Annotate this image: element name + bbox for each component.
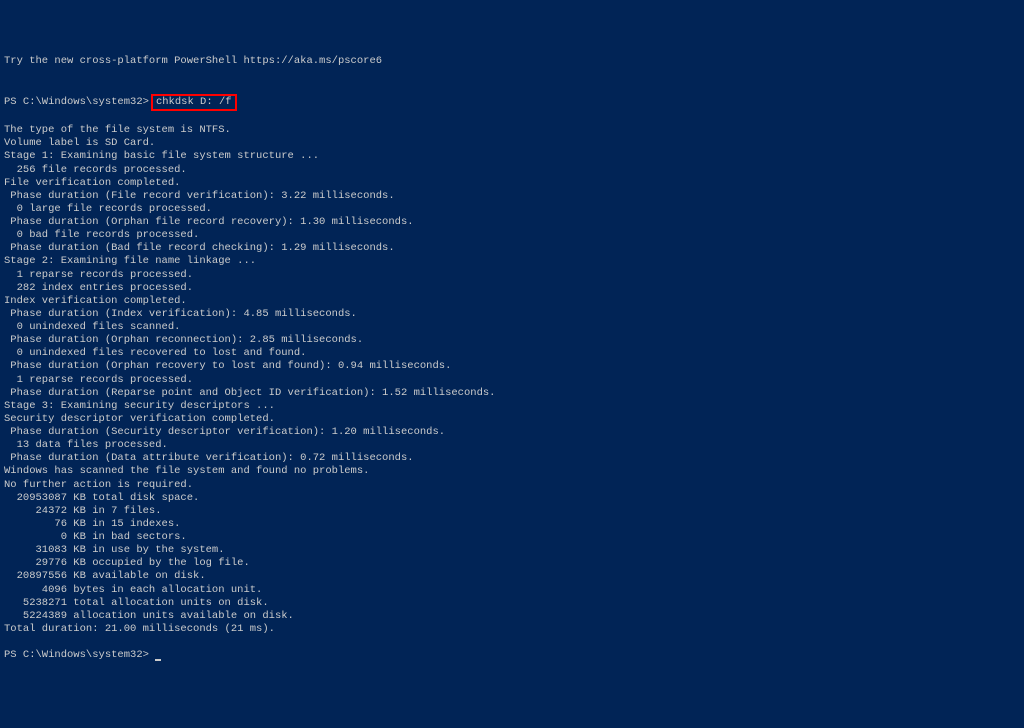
output-line: 5238271 total allocation units on disk. (4, 597, 1020, 610)
output-line: 31083 KB in use by the system. (4, 544, 1020, 557)
output-line: Volume label is SD Card. (4, 137, 1020, 150)
output-line: 1 reparse records processed. (4, 269, 1020, 282)
output-line: 5224389 allocation units available on di… (4, 610, 1020, 623)
output-line: Phase duration (Data attribute verificat… (4, 452, 1020, 465)
output-line: Phase duration (Orphan file record recov… (4, 216, 1020, 229)
prompt-text: PS C:\Windows\system32> (4, 649, 155, 661)
output-line: 282 index entries processed. (4, 282, 1020, 295)
output-line: 0 large file records processed. (4, 203, 1020, 216)
output-line: Phase duration (Reparse point and Object… (4, 387, 1020, 400)
output-line: 20953087 KB total disk space. (4, 492, 1020, 505)
prompt-line[interactable]: PS C:\Windows\system32> (4, 649, 1020, 662)
output-line: File verification completed. (4, 177, 1020, 190)
output-line: Phase duration (Orphan reconnection): 2.… (4, 334, 1020, 347)
output-line: 13 data files processed. (4, 439, 1020, 452)
output-line: 0 KB in bad sectors. (4, 531, 1020, 544)
output-line: 256 file records processed. (4, 164, 1020, 177)
terminal-output: The type of the file system is NTFS.Volu… (4, 124, 1020, 636)
output-line: 24372 KB in 7 files. (4, 505, 1020, 518)
output-line: Security descriptor verification complet… (4, 413, 1020, 426)
command-line: PS C:\Windows\system32> chkdsk D: /f (4, 94, 1020, 111)
output-line: 0 unindexed files recovered to lost and … (4, 347, 1020, 360)
output-line: Phase duration (File record verification… (4, 190, 1020, 203)
prompt-prefix: PS C:\Windows\system32> (4, 96, 149, 108)
output-line: Index verification completed. (4, 295, 1020, 308)
cursor (155, 659, 161, 661)
output-line: 29776 KB occupied by the log file. (4, 557, 1020, 570)
output-line: Stage 3: Examining security descriptors … (4, 400, 1020, 413)
output-line: Stage 2: Examining file name linkage ... (4, 255, 1020, 268)
output-line: 0 bad file records processed. (4, 229, 1020, 242)
output-line: No further action is required. (4, 479, 1020, 492)
output-line: Phase duration (Security descriptor veri… (4, 426, 1020, 439)
output-line: 0 unindexed files scanned. (4, 321, 1020, 334)
output-line: Phase duration (Bad file record checking… (4, 242, 1020, 255)
intro-line: Try the new cross-platform PowerShell ht… (4, 55, 1020, 68)
output-line: The type of the file system is NTFS. (4, 124, 1020, 137)
output-line: Stage 1: Examining basic file system str… (4, 150, 1020, 163)
output-line: Total duration: 21.00 milliseconds (21 m… (4, 623, 1020, 636)
output-line: Phase duration (Index verification): 4.8… (4, 308, 1020, 321)
output-line: 20897556 KB available on disk. (4, 570, 1020, 583)
output-line: Phase duration (Orphan recovery to lost … (4, 360, 1020, 373)
output-line: 4096 bytes in each allocation unit. (4, 584, 1020, 597)
command-text: chkdsk D: /f (156, 96, 232, 108)
output-line: 76 KB in 15 indexes. (4, 518, 1020, 531)
output-line: 1 reparse records processed. (4, 374, 1020, 387)
output-line: Windows has scanned the file system and … (4, 465, 1020, 478)
command-highlight: chkdsk D: /f (151, 94, 237, 111)
